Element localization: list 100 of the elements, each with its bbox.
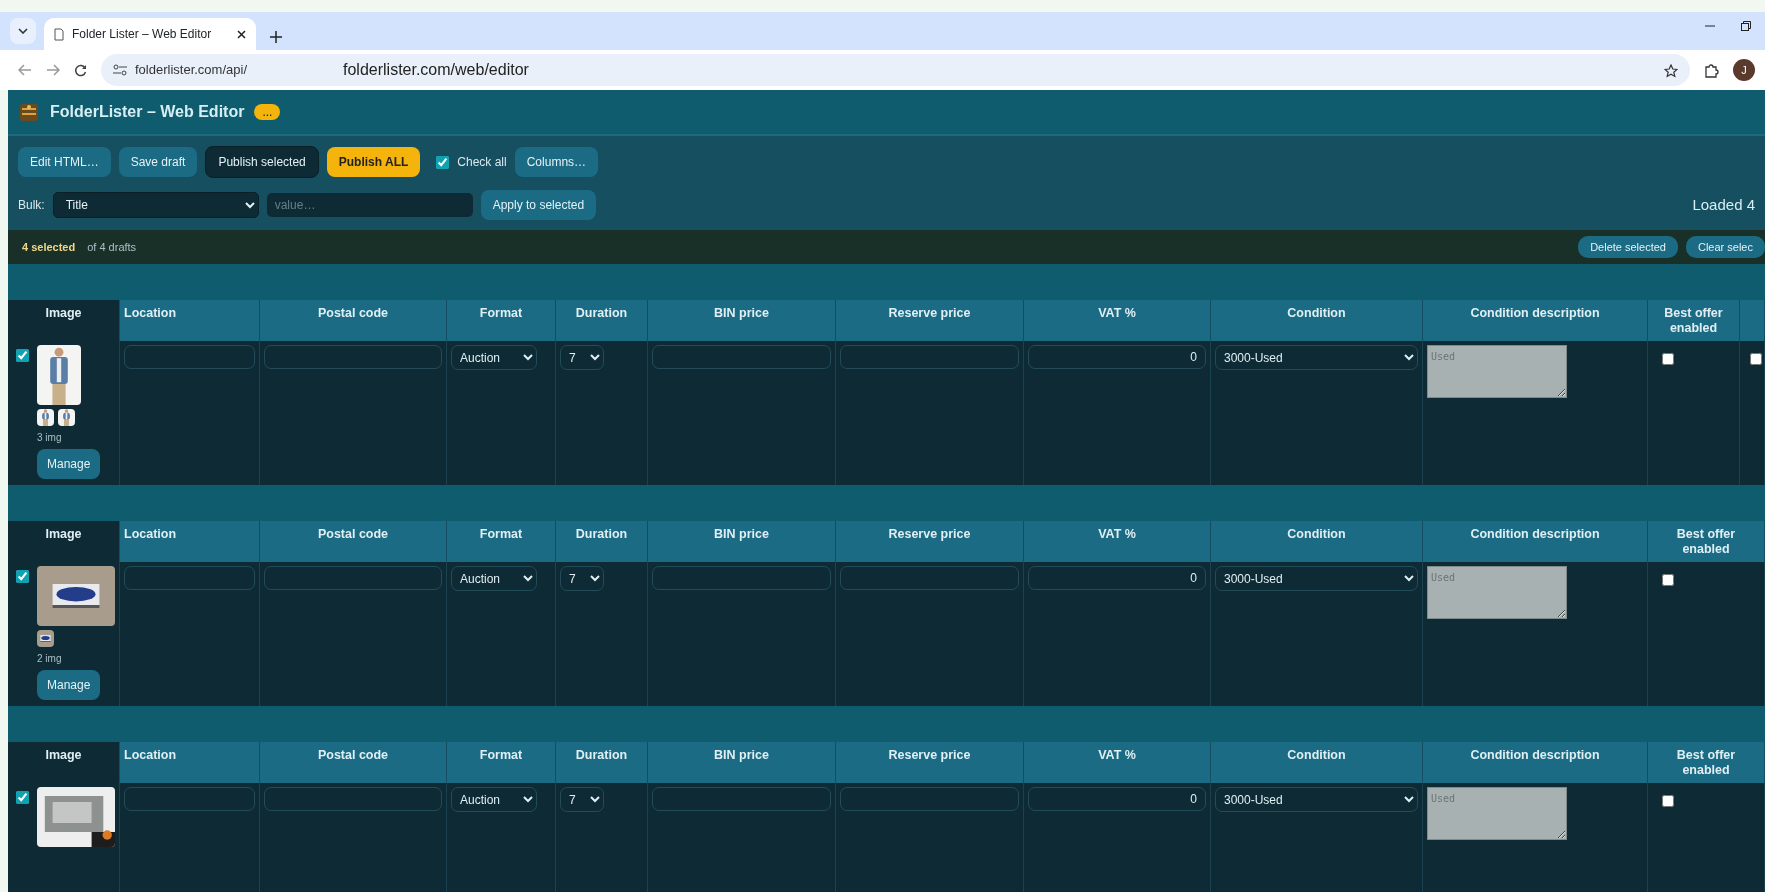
postal-code-input[interactable] (264, 566, 442, 590)
row-checkbox[interactable] (16, 791, 29, 804)
location-input[interactable] (124, 345, 255, 369)
tab-menu-button[interactable] (10, 18, 36, 44)
reserve-price-input[interactable] (840, 345, 1019, 369)
manage-button[interactable]: Manage (37, 449, 101, 479)
vat-input[interactable]: 0 (1028, 566, 1206, 590)
reserve-price-input[interactable] (840, 566, 1019, 590)
checkbox-label: Check all (457, 154, 507, 171)
check-all-checkbox[interactable] (436, 155, 450, 169)
condition-select[interactable]: 3000-Used (1215, 566, 1418, 591)
column-header: BIN price (648, 521, 836, 562)
best-offer-checkbox[interactable] (1662, 795, 1674, 807)
app-title: FolderLister – Web Editor (50, 102, 245, 122)
profile-avatar[interactable]: J (1733, 59, 1755, 81)
format-select[interactable]: Auction (451, 787, 537, 812)
format-select[interactable]: Auction (451, 566, 537, 591)
condition-description-field[interactable]: Used (1427, 787, 1567, 840)
address-bar[interactable]: folderlister.com/api/ folderlister.com/web/editor (101, 54, 1690, 86)
value-input[interactable]: value… (266, 193, 473, 217)
postal-code-input[interactable] (264, 345, 442, 369)
forward-icon[interactable] (46, 64, 60, 76)
column-header: Condition (1211, 521, 1423, 562)
condition-description-field[interactable]: Used (1427, 345, 1567, 398)
selection-button[interactable]: Delete selected (1578, 235, 1678, 259)
column-header: Format (447, 300, 556, 341)
close-icon[interactable] (237, 30, 246, 40)
column-header: Image (8, 521, 120, 562)
selected-count: 4 selected (22, 239, 76, 255)
column-header: Postal code (260, 742, 447, 783)
column-header: Condition (1211, 742, 1423, 783)
restore-icon[interactable] (1741, 21, 1751, 31)
column-header: Duration (556, 521, 648, 562)
column-header: VAT % (1024, 742, 1211, 783)
format-select[interactable]: Auction (451, 345, 537, 370)
manage-button[interactable]: Manage (37, 670, 101, 700)
row-checkbox[interactable] (16, 570, 29, 583)
apply-button[interactable]: Apply to selected (480, 190, 597, 220)
toolbar-button[interactable]: Edit HTML… (18, 147, 111, 177)
duration-select[interactable]: 7 (560, 345, 604, 370)
puzzle-icon[interactable] (1704, 62, 1719, 78)
toolbar-button[interactable]: Save draft (118, 147, 198, 177)
column-header (1740, 300, 1765, 341)
column-header: Reserve price (836, 521, 1024, 562)
toolbar-button[interactable]: Publish ALL (326, 147, 421, 177)
reserve-price-input[interactable] (840, 787, 1019, 811)
tab-title: Folder Lister – Web Editor (72, 26, 212, 43)
best-offer-checkbox[interactable] (1662, 574, 1674, 586)
column-header: Postal code (260, 521, 447, 562)
column-header: Best offer enabled (1648, 300, 1740, 341)
column-header: Condition (1211, 300, 1423, 341)
toolbar-button[interactable]: Columns… (514, 147, 599, 177)
column-header: BIN price (648, 742, 836, 783)
url-text: folderlister.com/api/ (135, 61, 247, 80)
site-settings-icon[interactable] (113, 64, 127, 76)
bin-price-input[interactable] (652, 787, 831, 811)
status-badge: ... (254, 104, 281, 120)
condition-select[interactable]: 3000-Used (1215, 345, 1418, 370)
image-count: 2 img (37, 652, 63, 666)
column-header: Format (447, 742, 556, 783)
plus-icon (270, 30, 282, 43)
column-header: VAT % (1024, 300, 1211, 341)
column-header: Best offer enabled (1648, 742, 1765, 783)
column-header: Condition description (1423, 742, 1648, 783)
duration-select[interactable]: 7 (560, 566, 604, 591)
row-checkbox[interactable] (1750, 353, 1762, 365)
toolbar-button[interactable]: Publish selected (205, 146, 319, 178)
location-input[interactable] (124, 566, 255, 590)
column-header: Image (8, 742, 120, 783)
column-header: Duration (556, 300, 648, 341)
location-input[interactable] (124, 787, 255, 811)
duration-select[interactable]: 7 (560, 787, 604, 812)
reload-icon[interactable] (74, 63, 87, 77)
bin-price-input[interactable] (652, 566, 831, 590)
browser-tab[interactable]: Folder Lister – Web Editor (44, 18, 256, 50)
logo-icon (18, 101, 40, 123)
star-icon[interactable] (1664, 63, 1678, 78)
column-header: Reserve price (836, 742, 1024, 783)
column-header: VAT % (1024, 521, 1211, 562)
column-header: Location (120, 300, 260, 341)
bulk-label: Bulk: (18, 197, 45, 214)
page-icon (54, 27, 64, 41)
best-offer-checkbox[interactable] (1662, 353, 1674, 365)
image-count: 3 img (37, 431, 63, 445)
column-header: Best offer enabled (1648, 521, 1765, 562)
condition-select[interactable]: 3000-Used (1215, 787, 1418, 812)
vat-input[interactable]: 0 (1028, 345, 1206, 369)
column-header: Location (120, 742, 260, 783)
chevron-down-icon (18, 28, 28, 34)
vat-input[interactable]: 0 (1028, 787, 1206, 811)
selection-button[interactable]: Clear selec (1685, 235, 1765, 259)
row-checkbox[interactable] (16, 349, 29, 362)
postal-code-input[interactable] (264, 787, 442, 811)
column-header: Duration (556, 742, 648, 783)
back-icon[interactable] (18, 64, 32, 76)
drafts-count: of 4 drafts (87, 239, 137, 255)
condition-description-field[interactable]: Used (1427, 566, 1567, 619)
column-header: Condition description (1423, 521, 1648, 562)
bin-price-input[interactable] (652, 345, 831, 369)
bulk-field-select[interactable]: Title (52, 192, 259, 218)
